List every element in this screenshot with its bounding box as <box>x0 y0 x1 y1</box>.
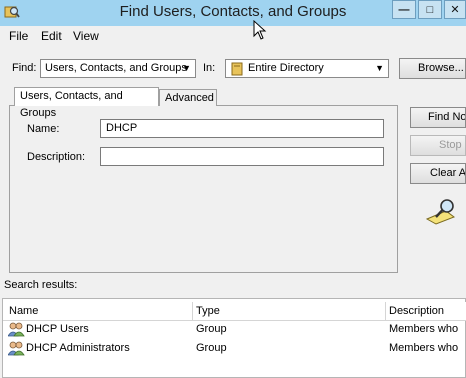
menu-bar <box>0 26 466 46</box>
description-field[interactable] <box>100 147 384 166</box>
menu-view[interactable]: View <box>73 29 99 43</box>
in-label: In: <box>203 62 216 74</box>
row-type: Group <box>196 323 227 335</box>
minimize-icon: — <box>398 3 410 16</box>
close-button[interactable]: ✕ <box>444 0 466 19</box>
tab-users-contacts-groups[interactable]: Users, Contacts, and Groups <box>14 87 159 119</box>
maximize-icon: □ <box>426 3 434 16</box>
close-icon: ✕ <box>450 4 460 16</box>
column-header-type[interactable]: Type <box>196 305 220 317</box>
in-location-value: Entire Directory <box>248 62 324 74</box>
row-name: DHCP Users <box>26 323 89 335</box>
row-description: Members who <box>389 342 459 354</box>
tab-advanced[interactable]: Advanced <box>159 89 217 106</box>
chevron-down-icon: ▼ <box>375 63 384 73</box>
menu-file[interactable]: File <box>9 29 28 43</box>
table-row[interactable]: DHCP Users Group Members who <box>3 321 466 339</box>
name-label: Name: <box>27 123 60 135</box>
description-label: Description: <box>27 151 86 163</box>
clear-all-button[interactable]: Clear All <box>410 163 466 184</box>
chevron-down-icon: ▼ <box>182 63 191 73</box>
search-magnifier-icon <box>426 199 456 225</box>
browse-button[interactable]: Browse... <box>399 58 466 79</box>
group-icon <box>8 341 25 356</box>
table-row[interactable]: DHCP Administrators Group Members who <box>3 340 466 358</box>
stop-button[interactable]: Stop <box>410 135 466 156</box>
minimize-button[interactable]: — <box>392 0 416 19</box>
find-now-button[interactable]: Find Now <box>410 107 466 128</box>
column-divider[interactable] <box>192 302 193 320</box>
column-header-name[interactable]: Name <box>9 305 38 317</box>
column-header-description[interactable]: Description <box>389 305 444 317</box>
find-type-value: Users, Contacts, and Groups <box>45 62 187 74</box>
group-icon <box>8 322 25 337</box>
find-type-select[interactable]: Users, Contacts, and Groups ▼ <box>40 59 196 78</box>
maximize-button[interactable]: □ <box>418 0 442 19</box>
row-description: Members who <box>389 323 459 335</box>
row-type: Group <box>196 342 227 354</box>
search-results-label: Search results: <box>4 279 78 291</box>
mouse-cursor-icon <box>253 20 267 40</box>
directory-book-icon <box>231 62 243 76</box>
column-divider[interactable] <box>385 302 386 320</box>
name-field[interactable]: DHCP <box>100 119 384 138</box>
row-name: DHCP Administrators <box>26 342 130 354</box>
find-label: Find: <box>12 62 37 74</box>
menu-edit[interactable]: Edit <box>41 29 62 43</box>
in-location-select[interactable]: Entire Directory ▼ <box>225 59 389 78</box>
